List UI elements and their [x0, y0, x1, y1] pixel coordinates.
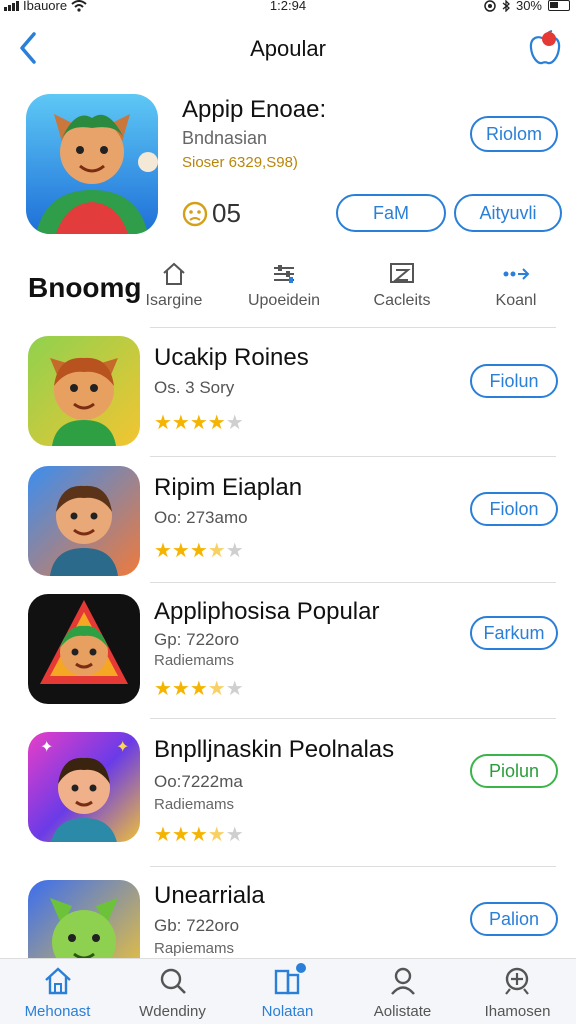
- app-get-button[interactable]: Farkum: [470, 616, 558, 650]
- apps-icon: [272, 963, 306, 997]
- app-subtitle-secondary: Rapiemams: [154, 940, 235, 957]
- app-row-2[interactable]: Appliphosisa Popular Gp: 722oro Radiemam…: [0, 592, 576, 720]
- featured-app-title: Appip Enoae:: [182, 96, 327, 123]
- app-icon: [28, 336, 140, 446]
- category-item-0[interactable]: Isargine: [124, 260, 224, 310]
- app-subtitle-secondary: Radiemams: [154, 796, 235, 813]
- app-name: Bnplljnaskin Peolnalas: [154, 736, 395, 763]
- tab-explore[interactable]: Ihamosen: [460, 965, 575, 1020]
- dots-arrow-icon: [503, 268, 530, 280]
- featured-get-button[interactable]: Riolom: [470, 116, 558, 152]
- svg-text:✦: ✦: [116, 739, 129, 756]
- divider: [150, 327, 556, 328]
- app-row-1[interactable]: Ripim Eiaplan Oo: 273amo ★★★★★ Fiolon: [0, 466, 576, 594]
- search-plus-icon: [504, 967, 529, 995]
- category-label: Cacleits: [373, 292, 431, 309]
- battery-icon: [548, 0, 570, 11]
- category-item-1[interactable]: Upoeidein: [234, 260, 334, 310]
- app-subtitle: Oo:7222ma: [154, 772, 243, 791]
- featured-rating: 05: [182, 198, 241, 229]
- featured-rating-value: 05: [212, 198, 241, 228]
- divider: [150, 718, 556, 719]
- category-label: Isargine: [145, 292, 203, 309]
- featured-tertiary-button[interactable]: Aityuvli: [454, 194, 562, 232]
- divider: [150, 582, 556, 583]
- category-label: Upoeidein: [247, 292, 321, 309]
- nav-bar: Apoular: [0, 24, 576, 76]
- tab-bar: Mehonast Wdendiny Nolatan Aolistate Iham…: [0, 958, 576, 1024]
- category-item-2[interactable]: Cacleits: [352, 260, 452, 310]
- svg-text:✦: ✦: [40, 739, 53, 756]
- app-icon: [28, 594, 140, 704]
- app-subtitle: Oo: 273amo: [154, 508, 248, 527]
- divider: [150, 456, 556, 457]
- person-icon: [390, 967, 415, 995]
- category-label: Koanl: [495, 292, 537, 309]
- featured-app[interactable]: Appip Enoae: Bndnasian Sioser 6329,S98) …: [0, 90, 576, 250]
- featured-app-meta: Sioser 6329,S98): [182, 154, 298, 171]
- app-subtitle: Gb: 722oro: [154, 916, 240, 935]
- app-subtitle-secondary: Radiemams: [154, 652, 235, 669]
- search-icon: [160, 968, 186, 994]
- tab-badge: [295, 963, 306, 973]
- featured-app-icon: [26, 94, 158, 234]
- divider: [150, 866, 556, 867]
- image-icon: [390, 263, 414, 283]
- tab-search[interactable]: Wdendiny: [115, 965, 230, 1020]
- face-icon: [182, 201, 208, 226]
- sliders-icon: [274, 265, 294, 283]
- tab-label: Ihamosen: [484, 1003, 551, 1020]
- tab-label: Aolistate: [373, 1003, 432, 1020]
- star-rating: ★★★★★: [154, 824, 244, 846]
- star-rating: ★★★★★: [154, 412, 244, 434]
- star-rating: ★★★★★: [154, 540, 244, 562]
- app-get-button[interactable]: Palion: [470, 902, 558, 936]
- tab-label: Mehonast: [24, 1003, 91, 1020]
- featured-secondary-button[interactable]: FaM: [336, 194, 446, 232]
- home-icon: [44, 967, 71, 995]
- app-row-0[interactable]: Ucakip Roines Os. 3 Sory ★★★★★ Fiolun: [0, 336, 576, 464]
- tab-apps[interactable]: Nolatan: [230, 963, 345, 1020]
- app-get-button[interactable]: Piolun: [470, 754, 558, 788]
- tab-label: Nolatan: [261, 1003, 314, 1020]
- tab-profile[interactable]: Aolistate: [345, 965, 460, 1020]
- featured-app-subtitle: Bndnasian: [182, 128, 268, 148]
- app-name: Appliphosisa Popular: [154, 598, 380, 625]
- app-name: Ucakip Roines: [154, 344, 309, 371]
- apple-button[interactable]: [528, 28, 562, 66]
- location-icon: [484, 0, 496, 12]
- app-icon: [28, 466, 140, 576]
- app-row-3[interactable]: ✦ ✦ Bnplljnaskin Peolnalas Oo:7222ma Radi…: [0, 730, 576, 858]
- app-name: Ripim Eiaplan: [154, 474, 303, 501]
- app-subtitle: Gp: 722oro: [154, 630, 240, 649]
- battery-percent: 30%: [515, 0, 542, 13]
- app-icon: ✦ ✦: [28, 732, 140, 842]
- app-subtitle: Os. 3 Sory: [154, 378, 235, 397]
- status-bar: Ibauore 1:2:94 30%: [0, 0, 576, 14]
- tab-home[interactable]: Mehonast: [0, 965, 115, 1020]
- app-get-button[interactable]: Fiolun: [470, 364, 558, 398]
- category-item-3[interactable]: Koanl: [466, 260, 566, 310]
- house-icon: [163, 262, 185, 285]
- tab-label: Wdendiny: [139, 1003, 206, 1020]
- bluetooth-icon: [502, 0, 510, 12]
- app-name: Unearriala: [154, 882, 265, 909]
- app-get-button[interactable]: Fiolon: [470, 492, 558, 526]
- page-title: Apoular: [250, 36, 326, 61]
- category-section: Bnoomg Isargine Upoeidein Cacleits Koanl: [0, 254, 576, 328]
- notification-badge: [542, 32, 556, 46]
- star-rating: ★★★★★: [154, 678, 244, 700]
